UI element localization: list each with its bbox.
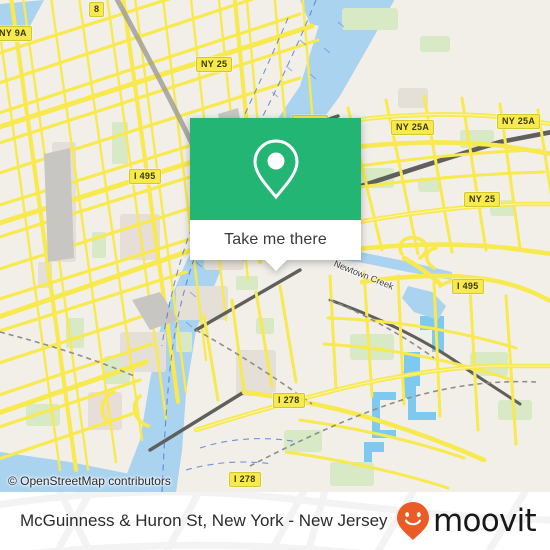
popup-icon-panel bbox=[190, 118, 361, 220]
location-title: McGuinness & Huron St, New York - New Je… bbox=[20, 511, 388, 530]
shield-ny-25a-left: NY 25A bbox=[391, 120, 435, 135]
moovit-pin-smiley-icon bbox=[396, 502, 429, 540]
shield-ny-25-right: NY 25 bbox=[464, 192, 501, 207]
footer-content: McGuinness & Huron St, New York - New Je… bbox=[0, 492, 550, 550]
moovit-brand[interactable]: moovit bbox=[396, 501, 537, 541]
popup-action-panel[interactable]: Take me there bbox=[190, 220, 361, 271]
shield-i-495-left: I 495 bbox=[129, 169, 161, 184]
map-canvas[interactable]: .rd { stroke:#f7e94e; stroke-linecap:rou… bbox=[0, 0, 550, 492]
shield-ny-25a-right: NY 25A bbox=[497, 114, 541, 129]
shield-ny-25-top: NY 25 bbox=[196, 57, 233, 72]
location-popup-card[interactable]: Take me there bbox=[190, 118, 361, 271]
moovit-wordmark: moovit bbox=[432, 502, 537, 539]
shield-ny-9a: NY 9A bbox=[0, 26, 32, 41]
shield-8: 8 bbox=[89, 2, 105, 17]
shield-i-278-bottom: I 278 bbox=[229, 472, 261, 487]
take-me-there-label: Take me there bbox=[224, 231, 327, 248]
shield-i-278-mid: I 278 bbox=[273, 393, 305, 408]
popup-pointer-tail bbox=[264, 260, 287, 271]
footer-bar: McGuinness & Huron St, New York - New Je… bbox=[0, 492, 550, 550]
map-pin-icon bbox=[252, 139, 299, 200]
shield-i-495-right: I 495 bbox=[452, 279, 484, 294]
moovit-map-screenshot: .rd { stroke:#f7e94e; stroke-linecap:rou… bbox=[0, 0, 550, 550]
openstreetmap-attribution[interactable]: © OpenStreetMap contributors bbox=[8, 474, 171, 488]
